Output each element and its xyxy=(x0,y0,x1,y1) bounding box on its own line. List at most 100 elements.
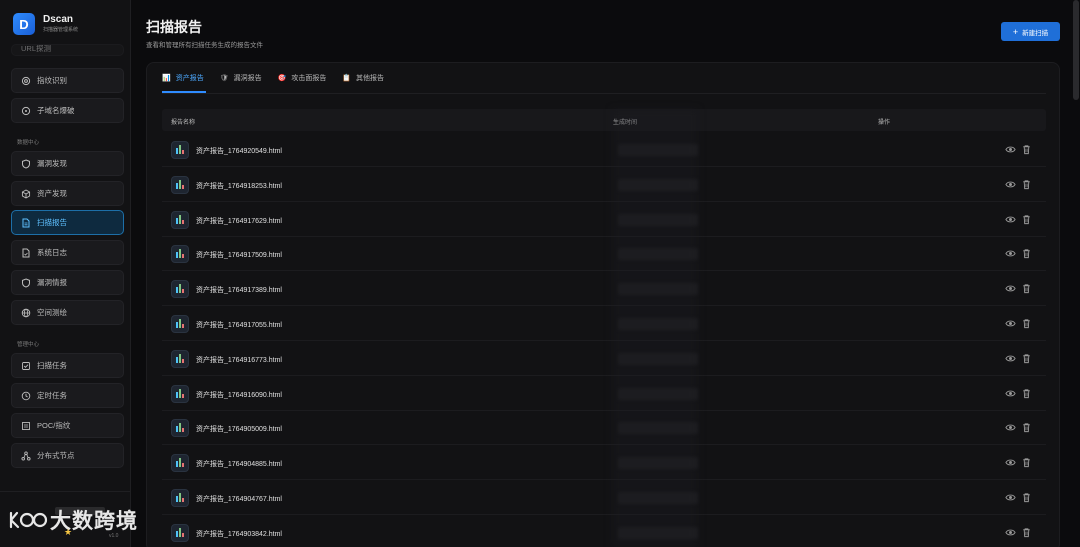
table-header: 报告名称 生成时间 操作 xyxy=(162,109,1046,131)
delete-icon[interactable] xyxy=(1021,388,1032,399)
target-icon: 🎯 xyxy=(277,75,287,82)
fingerprint-icon xyxy=(21,76,31,85)
sidebar-item-poc[interactable]: POC/指纹 xyxy=(11,413,124,438)
page-scrollbar[interactable] xyxy=(1073,0,1079,100)
table-row[interactable]: 资产报告_1764917389.html xyxy=(162,272,1046,307)
column-header-name: 报告名称 xyxy=(171,120,196,126)
page-title: 扫描报告 xyxy=(146,19,202,35)
tab-label: 攻击面报告 xyxy=(291,75,327,82)
delete-icon[interactable] xyxy=(1021,492,1032,503)
delete-icon[interactable] xyxy=(1021,283,1032,294)
view-icon[interactable] xyxy=(1005,457,1016,468)
delete-icon[interactable] xyxy=(1021,527,1032,538)
view-icon[interactable] xyxy=(1005,527,1016,538)
new-scan-label: 新建扫描 xyxy=(1022,29,1049,37)
sidebar-item-subdomain[interactable]: 子域名爆破 xyxy=(11,98,124,123)
report-file-icon xyxy=(171,141,189,159)
sidebar-item-vuln-intel[interactable]: 漏洞情报 xyxy=(11,270,124,295)
table-row[interactable]: 资产报告_1764904767.html xyxy=(162,481,1046,515)
table-row[interactable]: 资产报告_1764917509.html xyxy=(162,237,1046,272)
sidebar-item-fingerprint[interactable]: 指纹识别 xyxy=(11,68,124,93)
column-header-actions: 操作 xyxy=(878,120,891,126)
sidebar-item-distributed-nodes[interactable]: 分布式节点 xyxy=(11,443,124,468)
report-name[interactable]: 资产报告_1764904885.html xyxy=(196,459,282,469)
delete-icon[interactable] xyxy=(1021,422,1032,433)
page-subtitle: 查看和管理所有扫描任务生成的报告文件 xyxy=(146,42,263,49)
chart-icon: 📊 xyxy=(162,75,171,82)
table-row[interactable]: 资产报告_1764916773.html xyxy=(162,342,1046,376)
table-row[interactable]: 资产报告_1764917055.html xyxy=(162,307,1046,341)
sidebar-item-scheduled-task[interactable]: 定时任务 xyxy=(11,383,124,408)
tab-label: 漏洞报告 xyxy=(233,75,262,82)
delete-icon[interactable] xyxy=(1021,457,1032,468)
cube-icon xyxy=(21,188,31,199)
view-icon[interactable] xyxy=(1005,248,1016,259)
table-row[interactable]: 资产报告_1764903842.html xyxy=(162,516,1046,547)
memo-icon: 📋 xyxy=(342,75,352,82)
view-icon[interactable] xyxy=(1005,283,1016,294)
target-icon xyxy=(21,106,31,115)
view-icon[interactable] xyxy=(1005,492,1016,503)
delete-icon[interactable] xyxy=(1021,353,1032,364)
shield-outline-icon xyxy=(22,277,30,288)
checkbox-icon xyxy=(22,361,30,370)
table-row[interactable]: 资产报告_1764904885.html xyxy=(162,446,1046,481)
table-row[interactable]: 资产报告_1764917629.html xyxy=(162,203,1046,237)
tab-divider xyxy=(162,93,1046,94)
delete-icon[interactable] xyxy=(1021,179,1032,190)
report-name[interactable]: 资产报告_1764917629.html xyxy=(196,216,282,226)
view-icon[interactable] xyxy=(1005,422,1016,433)
sidebar-item-scan-report[interactable]: 扫描报告 xyxy=(11,210,124,235)
report-file-icon xyxy=(171,280,189,299)
view-icon[interactable] xyxy=(1005,179,1016,190)
report-file-icon xyxy=(171,349,189,368)
table-row[interactable]: 资产报告_1764916090.html xyxy=(162,377,1046,411)
sidebar-item-url-probe[interactable]: URL探测 xyxy=(11,44,124,56)
report-name[interactable]: 资产报告_1764917509.html xyxy=(196,250,282,260)
table-row[interactable]: 资产报告_1764918253.html xyxy=(162,168,1046,202)
table-row[interactable]: 资产报告_1764905009.html xyxy=(162,411,1046,446)
sidebar-item-label: 扫描任务 xyxy=(37,361,67,370)
watermark: 大数跨境 ★ xyxy=(0,491,150,547)
report-name[interactable]: 资产报告_1764903842.html xyxy=(196,529,282,539)
tab-other-report[interactable]: 📋 其他报告 xyxy=(342,70,384,86)
report-name[interactable]: 资产报告_1764917055.html xyxy=(196,320,282,330)
view-icon[interactable] xyxy=(1005,353,1016,364)
view-icon[interactable] xyxy=(1005,144,1016,155)
report-name[interactable]: 资产报告_1764920549.html xyxy=(196,146,282,156)
sidebar: D Dscan 扫描器管理系统 URL探测 指纹识别 子域名爆破 数据中心 漏洞… xyxy=(0,0,131,547)
delete-icon[interactable] xyxy=(1021,144,1032,155)
delete-icon[interactable] xyxy=(1021,214,1032,225)
star-icon: ★ xyxy=(64,527,73,537)
report-name[interactable]: 资产报告_1764916773.html xyxy=(196,355,282,365)
sidebar-item-scan-task[interactable]: 扫描任务 xyxy=(11,353,124,378)
report-name[interactable]: 资产报告_1764916090.html xyxy=(196,390,282,400)
report-name[interactable]: 资产报告_1764917389.html xyxy=(196,285,282,295)
table-row[interactable]: 资产报告_1764920549.html xyxy=(162,133,1046,167)
report-name[interactable]: 资产报告_1764905009.html xyxy=(196,424,282,434)
view-icon[interactable] xyxy=(1005,214,1016,225)
delete-icon[interactable] xyxy=(1021,318,1032,329)
sidebar-item-label: 漏洞发现 xyxy=(37,159,67,168)
new-scan-button[interactable]: + 新建扫描 xyxy=(1001,22,1060,41)
sidebar-item-label: 定时任务 xyxy=(37,391,67,400)
brand[interactable]: D Dscan 扫描器管理系统 xyxy=(13,13,78,35)
sidebar-item-system-log[interactable]: 系统日志 xyxy=(11,240,124,265)
plus-icon: + xyxy=(1012,26,1019,37)
view-icon[interactable] xyxy=(1005,318,1016,329)
tab-vuln-report[interactable]: 🛡 漏洞报告 xyxy=(220,70,262,86)
sidebar-item-space-mapping[interactable]: 空间测绘 xyxy=(11,300,124,325)
view-icon[interactable] xyxy=(1005,388,1016,399)
report-file-icon xyxy=(171,419,189,438)
clock-icon xyxy=(21,391,31,400)
report-name[interactable]: 资产报告_1764904767.html xyxy=(196,494,282,504)
sidebar-item-label: 空间测绘 xyxy=(37,308,67,317)
sidebar-item-asset-discovery[interactable]: 资产发现 xyxy=(11,181,124,206)
delete-icon[interactable] xyxy=(1021,248,1032,259)
tab-attack-surface-report[interactable]: 🎯 攻击面报告 xyxy=(278,70,327,86)
sidebar-item-vuln-discovery[interactable]: 漏洞发现 xyxy=(11,151,124,176)
report-file-icon xyxy=(171,315,189,333)
section-label-data: 数据中心 xyxy=(17,140,40,146)
tab-asset-report[interactable]: 📊 资产报告 xyxy=(162,70,204,86)
report-name[interactable]: 资产报告_1764918253.html xyxy=(196,181,282,191)
